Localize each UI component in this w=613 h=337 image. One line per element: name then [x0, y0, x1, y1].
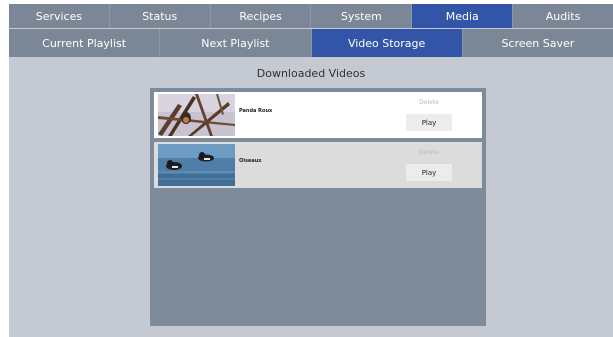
play-button[interactable]: Play	[406, 164, 452, 181]
subtab-screen-saver[interactable]: Screen Saver	[463, 29, 613, 57]
sub-nav: Current Playlist Next Playlist Video Sto…	[9, 29, 613, 57]
video-title: Oiseaux	[239, 158, 262, 164]
subtab-current-playlist[interactable]: Current Playlist	[9, 29, 161, 57]
list-item: Oiseaux Delete Play	[154, 142, 482, 188]
ducks-on-water-thumbnail	[158, 144, 235, 186]
tab-recipes[interactable]: Recipes	[211, 4, 312, 28]
tab-services[interactable]: Services	[9, 4, 110, 28]
media-screen: Services Status Recipes System Media Aud…	[9, 4, 613, 337]
play-button[interactable]: Play	[406, 114, 452, 131]
tab-status[interactable]: Status	[110, 4, 211, 28]
video-actions: Delete Play	[404, 94, 454, 131]
page-title: Downloaded Videos	[256, 67, 366, 80]
top-nav: Services Status Recipes System Media Aud…	[9, 4, 613, 28]
tab-system[interactable]: System	[311, 4, 413, 28]
tab-audits[interactable]: Audits	[513, 4, 613, 28]
video-title: Panda Roux	[239, 108, 273, 114]
list-item: Panda Roux Delete Play	[154, 92, 482, 138]
bird-in-branches-thumbnail	[158, 94, 235, 136]
subtab-next-playlist[interactable]: Next Playlist	[160, 29, 312, 57]
delete-button[interactable]: Delete	[406, 94, 452, 111]
delete-button[interactable]: Delete	[406, 144, 452, 161]
tab-media[interactable]: Media	[412, 4, 514, 28]
subtab-video-storage[interactable]: Video Storage	[311, 29, 463, 57]
video-actions: Delete Play	[404, 144, 454, 181]
video-list: Panda Roux Delete Play Oiseaux Delete Pl…	[150, 88, 486, 326]
